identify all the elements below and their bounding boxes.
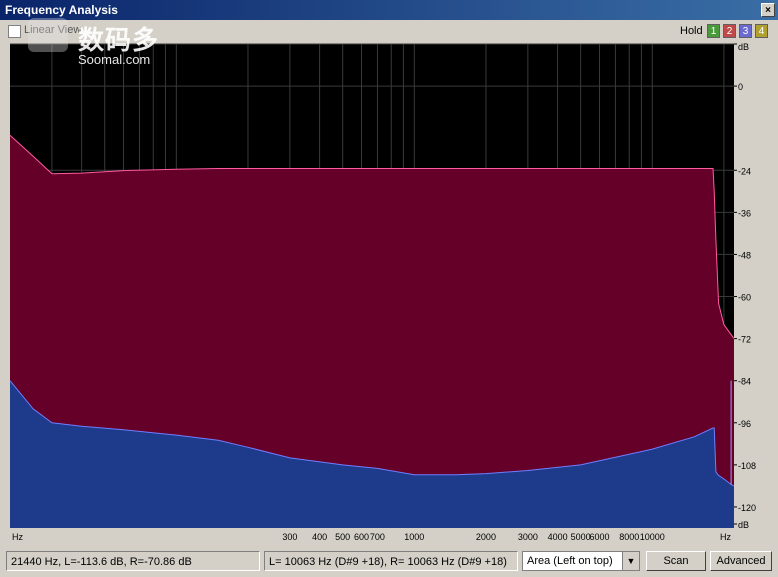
y-tick-label: -120 [738,503,756,513]
y-tick-label: -48 [738,250,751,260]
y-tick-label: -72 [738,335,751,345]
hold-button-2[interactable]: 2 [723,24,736,38]
peak-readout: L= 10063 Hz (D#9 +18), R= 10063 Hz (D#9 … [264,551,518,571]
hold-button-1[interactable]: 1 [707,24,720,38]
x-axis-unit-right: Hz [720,532,731,542]
y-tick-label: -96 [738,419,751,429]
y-tick-label: -36 [738,208,751,218]
x-tick-label: 4000 [548,532,568,542]
x-tick-label: 3000 [518,532,538,542]
x-tick-label: 400 [312,532,327,542]
y-tick-label: -84 [738,377,751,387]
display-mode-select[interactable]: Area (Left on top) ▼ [522,551,640,571]
y-tick-label: -24 [738,166,751,176]
hold-button-3[interactable]: 3 [739,24,752,38]
chevron-down-icon[interactable]: ▼ [622,552,639,570]
advanced-button[interactable]: Advanced [710,551,772,571]
x-tick-label: 1000 [404,532,424,542]
x-tick-label: 600 [354,532,369,542]
x-axis-unit-left: Hz [12,532,23,542]
x-tick-label: 2000 [476,532,496,542]
scan-button[interactable]: Scan [646,551,706,571]
x-tick-label: 6000 [589,532,609,542]
display-mode-value: Area (Left on top) [527,555,613,567]
watermark-logo-icon [28,18,68,52]
hold-label: Hold [680,25,703,37]
x-tick-label: 500 [335,532,350,542]
linear-view-checkbox[interactable] [8,25,21,38]
y-tick-label: dB [738,520,749,530]
y-tick-label: 0 [738,82,743,92]
frequency-plot[interactable]: dB0-24-36-48-60-72-84-96-108-120dB300 400… [0,0,778,548]
y-tick-label: -60 [738,293,751,303]
x-tick-label: 10000 [640,532,665,542]
cursor-readout: 21440 Hz, L=-113.6 dB, R=-70.86 dB [6,551,260,571]
x-tick-label: 8000 [619,532,639,542]
y-tick-label: -108 [738,461,756,471]
x-tick-label: 5000 [571,532,591,542]
watermark-subtext: Soomal.com [78,52,151,67]
frequency-analysis-window: Frequency Analysis × dB 0 -24 -36 -48 -60 -72-… [0,0,778,577]
hold-button-4[interactable]: 4 [755,24,768,38]
x-tick-label: 700 [370,532,385,542]
status-bar: 21440 Hz, L=-113.6 dB, R=-70.86 dB L= 10… [0,548,778,577]
x-tick-label: 300 [282,532,297,542]
